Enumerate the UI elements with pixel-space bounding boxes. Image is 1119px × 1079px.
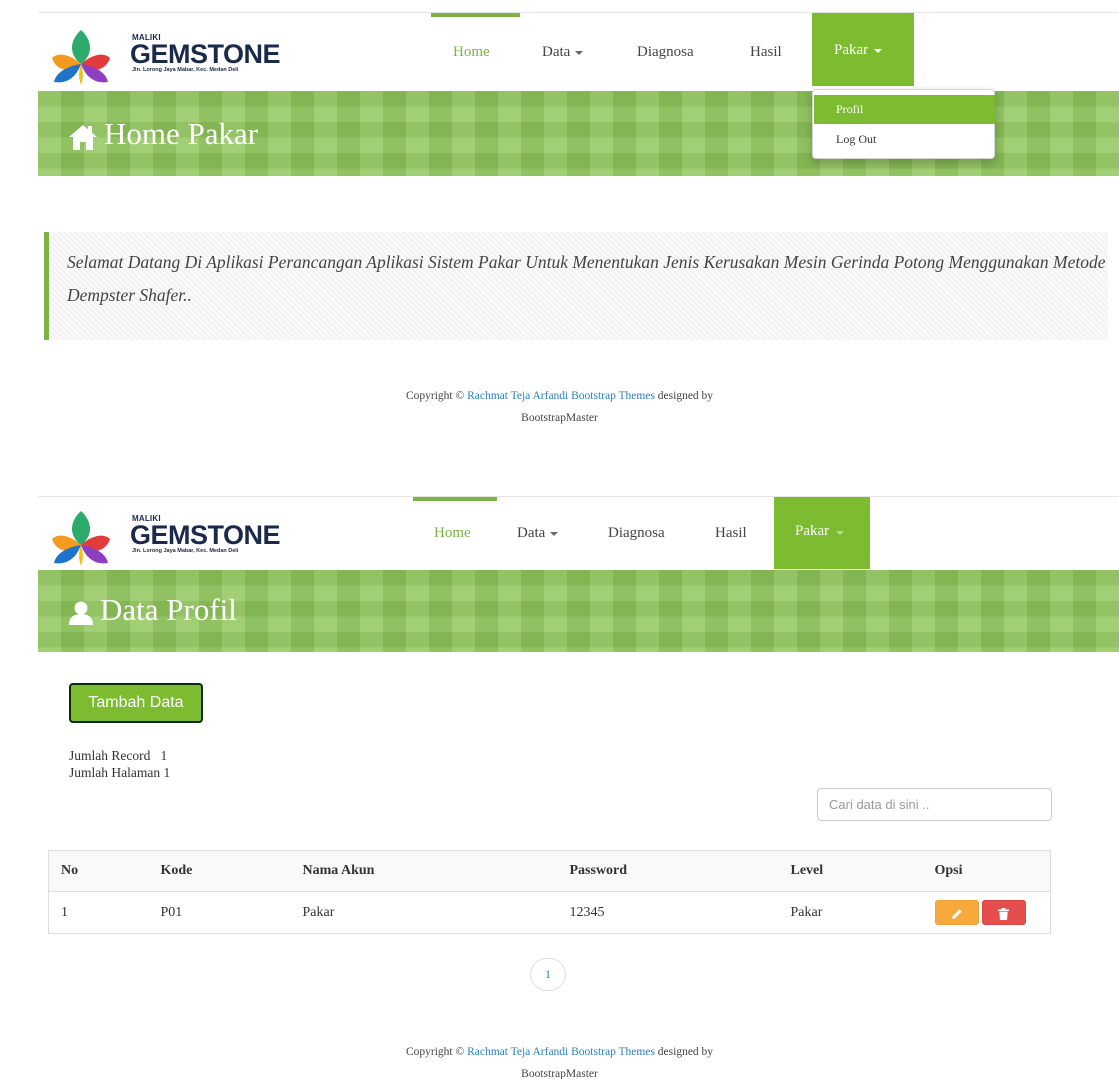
search-input[interactable] [817, 788, 1052, 821]
footer-middle: designed by [657, 390, 714, 402]
dropdown-item-profil[interactable]: Profil [814, 95, 995, 124]
nav-data-label: Data [542, 44, 571, 60]
profile-table: No Kode Nama Akun Password Level Opsi 1 … [48, 850, 1051, 934]
nav-diagnosa[interactable]: Diagnosa [608, 523, 665, 543]
logo-name[interactable]: GEMSTONE [130, 522, 281, 549]
chevron-down-icon [836, 531, 844, 535]
pakar-dropdown-menu: Profil Log Out [812, 89, 995, 159]
nav-data[interactable]: Data [542, 42, 584, 62]
column-header-no: No [48, 850, 149, 892]
page-title: Data Profil [68, 592, 237, 628]
cell-kode: P01 [148, 891, 291, 934]
active-tab-indicator [431, 13, 520, 17]
dropdown-item-logout[interactable]: Log Out [814, 125, 995, 154]
page-count-value: 1 [163, 765, 171, 780]
chevron-down-icon [550, 531, 559, 536]
logo-address: Jln. Lorong Jaya Mabar, Kec. Medan Deli [132, 67, 239, 73]
cell-password: 12345 [557, 891, 779, 934]
welcome-blockquote: Selamat Datang Di Aplikasi Perancangan A… [44, 232, 1108, 340]
footer-link[interactable]: Rachmat Teja Arfandi Bootstrap Themes [467, 1046, 655, 1058]
cell-nama-akun: Pakar [290, 891, 558, 934]
welcome-text: Selamat Datang Di Aplikasi Perancangan A… [67, 252, 1106, 305]
page-title-text: Home Pakar [104, 116, 259, 151]
column-header-kode: Kode [148, 850, 291, 892]
delete-button[interactable] [981, 900, 1026, 925]
page-title-text: Data Profil [100, 592, 237, 627]
page-count: Jumlah Halaman 1 [69, 765, 170, 781]
record-count-label: Jumlah Record [69, 748, 151, 763]
cell-no: 1 [48, 891, 149, 934]
page-header-banner: Data Profil [38, 570, 1119, 652]
active-tab-indicator [413, 497, 497, 501]
add-data-button[interactable]: Tambah Data [69, 683, 203, 723]
footer-suffix: BootstrapMaster [521, 412, 598, 424]
nav-pakar-label: Pakar [834, 42, 869, 58]
nav-data-label: Data [517, 525, 546, 541]
footer-line: Copyright © Rachmat Teja Arfandi Bootstr… [0, 1041, 1119, 1063]
record-count-value: 1 [160, 748, 168, 763]
column-header-nama-akun: Nama Akun [290, 850, 558, 892]
nav-diagnosa[interactable]: Diagnosa [637, 42, 694, 62]
footer-middle: designed by [657, 1046, 714, 1058]
table-header-row: No Kode Nama Akun Password Level Opsi [48, 850, 1051, 892]
logo-icon[interactable] [48, 505, 114, 567]
chevron-down-icon [575, 50, 584, 55]
column-header-password: Password [557, 850, 779, 892]
footer: Copyright © Rachmat Teja Arfandi Bootstr… [0, 385, 1119, 429]
pencil-icon [951, 909, 962, 919]
cell-opsi [922, 891, 1051, 934]
nav-home[interactable]: Home [453, 42, 490, 62]
footer: Copyright © Rachmat Teja Arfandi Bootstr… [0, 1041, 1119, 1079]
chevron-down-icon [874, 49, 882, 53]
home-icon [69, 124, 97, 150]
footer-prefix: Copyright © [405, 390, 465, 402]
nav-pakar-label: Pakar [795, 523, 830, 539]
nav-data[interactable]: Data [517, 523, 559, 543]
trash-icon [998, 907, 1009, 920]
nav-pakar[interactable]: Pakar [812, 13, 914, 86]
nav-hasil[interactable]: Hasil [715, 523, 747, 543]
column-header-level: Level [778, 850, 923, 892]
nav-home[interactable]: Home [434, 523, 471, 543]
record-count: Jumlah Record 1 [69, 748, 167, 764]
footer-line: Copyright © Rachmat Teja Arfandi Bootstr… [0, 385, 1119, 407]
footer-prefix: Copyright © [405, 1046, 465, 1058]
pagination-page-1[interactable]: 1 [530, 958, 566, 991]
user-icon [69, 601, 93, 625]
logo-icon[interactable] [48, 24, 114, 86]
footer-link[interactable]: Rachmat Teja Arfandi Bootstrap Themes [467, 390, 655, 402]
edit-button[interactable] [934, 900, 979, 925]
logo-address: Jln. Lorong Jaya Mabar, Kec. Medan Deli [132, 548, 239, 554]
page-title: Home Pakar [68, 116, 258, 152]
page-count-label: Jumlah Halaman [69, 765, 161, 780]
footer-suffix: BootstrapMaster [521, 1068, 598, 1079]
cell-level: Pakar [778, 891, 923, 934]
logo-name[interactable]: GEMSTONE [130, 41, 281, 68]
column-header-opsi: Opsi [922, 850, 1051, 892]
table-row: 1 P01 Pakar 12345 Pakar [48, 891, 1051, 934]
nav-hasil[interactable]: Hasil [750, 42, 782, 62]
nav-pakar[interactable]: Pakar [774, 497, 870, 569]
